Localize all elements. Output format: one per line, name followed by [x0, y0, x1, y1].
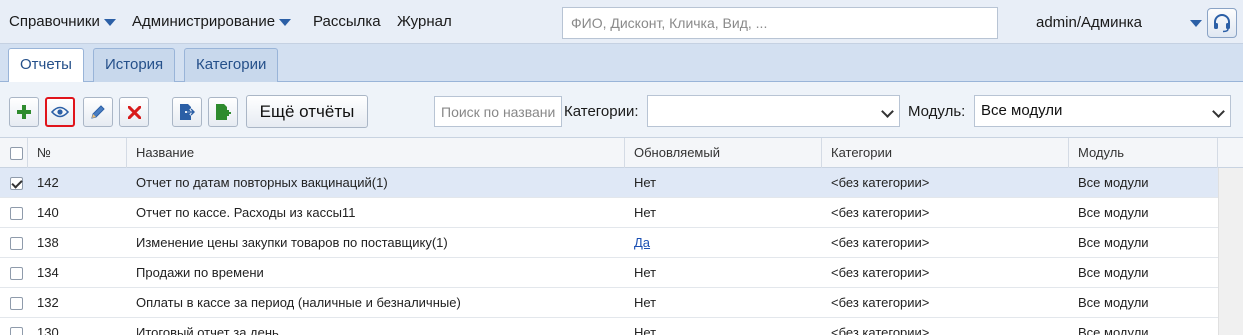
edit-button[interactable] [83, 97, 113, 127]
cell-updatable: Нет [634, 325, 657, 335]
column-header-module[interactable]: Модуль [1069, 138, 1218, 168]
more-reports-button[interactable]: Ещё отчёты [246, 95, 368, 128]
report-search-input[interactable] [434, 96, 562, 127]
export-button[interactable] [172, 97, 202, 127]
chevron-down-icon[interactable] [1190, 20, 1202, 27]
cell-number: 142 [37, 175, 59, 190]
import-button[interactable] [208, 97, 238, 127]
eye-icon [51, 106, 69, 118]
cell-module: Все модули [1078, 265, 1149, 280]
table-row[interactable]: 132 Оплаты в кассе за период (наличные и … [0, 288, 1218, 318]
import-icon [216, 104, 231, 120]
view-button[interactable] [45, 97, 75, 127]
menu-mailing[interactable]: Рассылка [313, 13, 381, 30]
cell-category: <без категории> [831, 325, 930, 335]
support-button[interactable] [1207, 8, 1237, 38]
cell-category: <без категории> [831, 235, 930, 250]
menu-administration-label: Администрирование [132, 13, 276, 30]
cell-number: 140 [37, 205, 59, 220]
reports-toolbar: Ещё отчёты Категории: Модуль: Все модули [0, 82, 1243, 138]
cell-name: Оплаты в кассе за период (наличные и без… [136, 295, 461, 310]
categories-select[interactable] [647, 95, 900, 127]
vertical-scrollbar[interactable] [1218, 168, 1243, 335]
cell-name: Продажи по времени [136, 265, 264, 280]
cell-number: 138 [37, 235, 59, 250]
cell-updatable: Нет [634, 205, 657, 220]
tab-reports[interactable]: Отчеты [8, 48, 84, 83]
row-checkbox[interactable] [10, 297, 23, 310]
menu-directories[interactable]: Справочники [9, 13, 116, 30]
menu-administration[interactable]: Администрирование [132, 13, 292, 30]
column-header-number[interactable]: № [28, 138, 127, 168]
row-checkbox[interactable] [10, 267, 23, 280]
plus-icon [17, 105, 31, 119]
module-label: Модуль: [908, 103, 966, 120]
cell-updatable: Нет [634, 295, 657, 310]
cell-number: 134 [37, 265, 59, 280]
cell-updatable: Нет [634, 175, 657, 190]
cell-category: <без категории> [831, 205, 930, 220]
row-checkbox[interactable] [10, 207, 23, 220]
pencil-icon [91, 105, 105, 119]
column-header-updatable[interactable]: Обновляемый [625, 138, 822, 168]
delete-x-icon [127, 105, 141, 119]
tab-strip: Отчеты История Категории [0, 44, 1243, 83]
top-menu-bar: Справочники Администрирование Рассылка Ж… [0, 0, 1243, 44]
row-checkbox[interactable] [10, 327, 23, 335]
cell-updatable[interactable]: Да [625, 228, 650, 258]
cell-name: Отчет по датам повторных вакцинаций(1) [136, 175, 388, 190]
menu-mailing-label: Рассылка [313, 13, 381, 30]
cell-module: Все модули [1078, 235, 1149, 250]
cell-module: Все модули [1078, 295, 1149, 310]
menu-directories-label: Справочники [9, 13, 100, 30]
menu-journal[interactable]: Журнал [397, 13, 452, 30]
cell-name: Итоговый отчет за день [136, 325, 279, 335]
categories-label: Категории: [564, 103, 639, 120]
column-header-categories[interactable]: Категории [822, 138, 1069, 168]
chevron-down-icon [1212, 105, 1225, 118]
cell-module: Все модули [1078, 175, 1149, 190]
user-menu[interactable]: admin/Админка [1036, 14, 1142, 31]
headset-icon [1214, 14, 1230, 33]
column-header-name[interactable]: Название [127, 138, 625, 168]
select-all-checkbox[interactable] [10, 147, 23, 160]
cell-module: Все модули [1078, 325, 1149, 335]
table-row[interactable]: 134 Продажи по времени Нет <без категории> В… [0, 258, 1218, 288]
tab-categories[interactable]: Категории [184, 48, 279, 82]
cell-name: Изменение цены закупки товаров по постав… [136, 235, 448, 250]
cell-category: <без категории> [831, 175, 930, 190]
reports-grid-header: № Название Обновляемый Категории Модуль [0, 138, 1243, 168]
menu-journal-label: Журнал [397, 13, 452, 30]
table-row[interactable]: 130 Итоговый отчет за день Нет <без категор… [0, 318, 1218, 335]
table-row[interactable]: 142 Отчет по датам повторных вакцинаций(1… [0, 168, 1218, 198]
add-button[interactable] [9, 97, 39, 127]
cell-updatable: Нет [634, 265, 657, 280]
chevron-down-icon [103, 19, 116, 26]
cell-category: <без категории> [831, 265, 930, 280]
chevron-down-icon [279, 19, 292, 26]
table-row[interactable]: 140 Отчет по кассе. Расходы из кассы11 Нет… [0, 198, 1218, 228]
cell-module: Все модули [1078, 205, 1149, 220]
table-row[interactable]: 138 Изменение цены закупки товаров по пос… [0, 228, 1218, 258]
module-select[interactable]: Все модули [974, 95, 1231, 127]
select-all-header [0, 138, 28, 168]
delete-button[interactable] [119, 97, 149, 127]
cell-number: 130 [37, 325, 59, 335]
cell-name: Отчет по кассе. Расходы из кассы11 [136, 205, 356, 220]
cell-number: 132 [37, 295, 59, 310]
export-icon [180, 104, 195, 120]
chevron-down-icon [881, 105, 894, 118]
tab-history[interactable]: История [93, 48, 176, 82]
row-checkbox[interactable] [10, 177, 23, 190]
row-checkbox[interactable] [10, 237, 23, 250]
global-search-input[interactable] [562, 7, 998, 39]
cell-category: <без категории> [831, 295, 930, 310]
module-select-value: Все модули [981, 102, 1063, 119]
